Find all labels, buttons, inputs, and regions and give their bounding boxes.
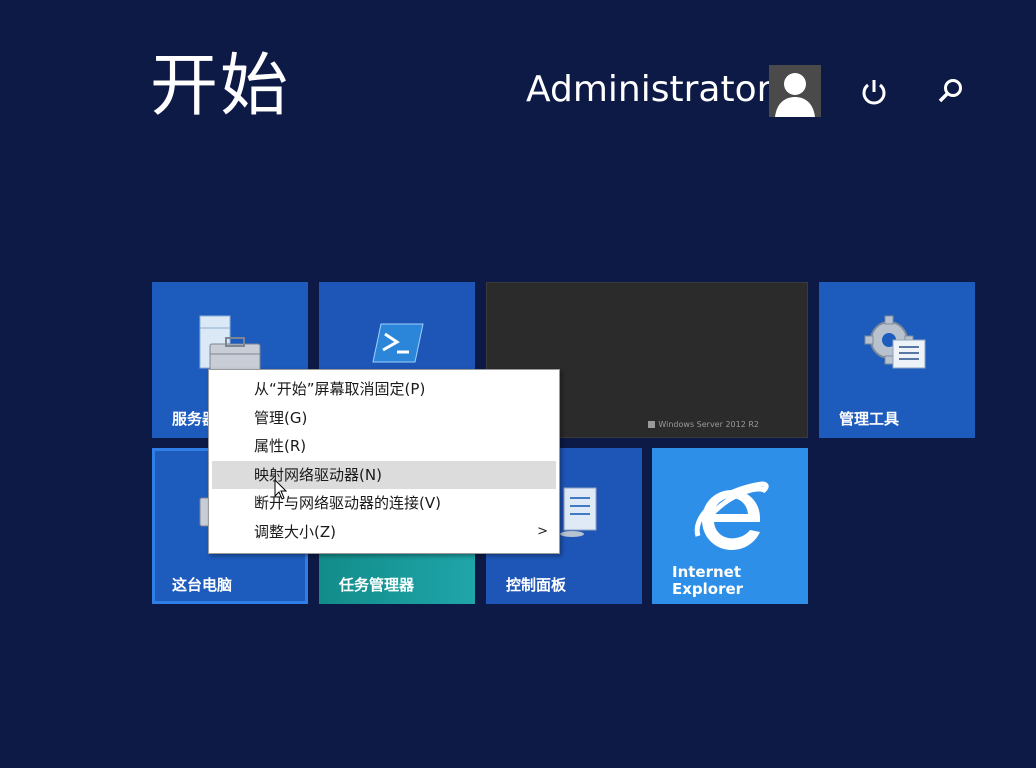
tile-label: 任务管理器 bbox=[339, 576, 415, 594]
control-panel-icon bbox=[560, 487, 597, 537]
admin-tools-icon bbox=[864, 315, 926, 369]
power-button[interactable] bbox=[856, 74, 892, 110]
tile-label: 控制面板 bbox=[506, 576, 567, 594]
menu-item-properties[interactable]: 属性(R) bbox=[212, 432, 556, 461]
menu-item-resize[interactable]: 调整大小(Z) > bbox=[212, 518, 556, 547]
search-button[interactable] bbox=[932, 74, 968, 110]
tile-label: 这台电脑 bbox=[172, 576, 233, 594]
tile-label: 管理工具 bbox=[839, 410, 900, 428]
mouse-cursor-icon bbox=[274, 479, 288, 500]
user-avatar[interactable] bbox=[769, 65, 821, 117]
submenu-arrow-icon: > bbox=[537, 523, 548, 539]
windows-server-watermark: Windows Server 2012 R2 bbox=[648, 420, 759, 429]
tile-internet-explorer[interactable]: Internet Explorer bbox=[652, 448, 808, 604]
context-menu: 从“开始”屏幕取消固定(P) 管理(G) 属性(R) 映射网络驱动器(N) 断开… bbox=[208, 369, 560, 554]
search-icon bbox=[938, 79, 962, 103]
tile-label-line2: Explorer bbox=[672, 580, 744, 598]
start-screen-title: 开始 bbox=[150, 47, 291, 126]
internet-explorer-icon bbox=[694, 481, 769, 550]
menu-item-map-network-drive[interactable]: 映射网络驱动器(N) bbox=[212, 460, 556, 489]
power-icon bbox=[862, 80, 886, 105]
menu-item-label: 调整大小(Z) bbox=[254, 522, 336, 541]
menu-item-disconnect-network-drive[interactable]: 断开与网络驱动器的连接(V) bbox=[212, 489, 556, 518]
user-icon bbox=[775, 73, 815, 117]
tile-label-line1: Internet bbox=[672, 563, 742, 581]
user-name[interactable]: Administrator bbox=[526, 66, 771, 114]
menu-item-unpin[interactable]: 从“开始”屏幕取消固定(P) bbox=[212, 375, 556, 404]
server-manager-icon bbox=[199, 315, 261, 373]
menu-item-manage[interactable]: 管理(G) bbox=[212, 404, 556, 433]
tile-admin-tools[interactable]: 管理工具 bbox=[819, 282, 975, 438]
windows-logo-icon bbox=[648, 421, 656, 428]
powershell-icon bbox=[372, 323, 424, 363]
tile-label: Internet Explorer bbox=[672, 564, 743, 598]
